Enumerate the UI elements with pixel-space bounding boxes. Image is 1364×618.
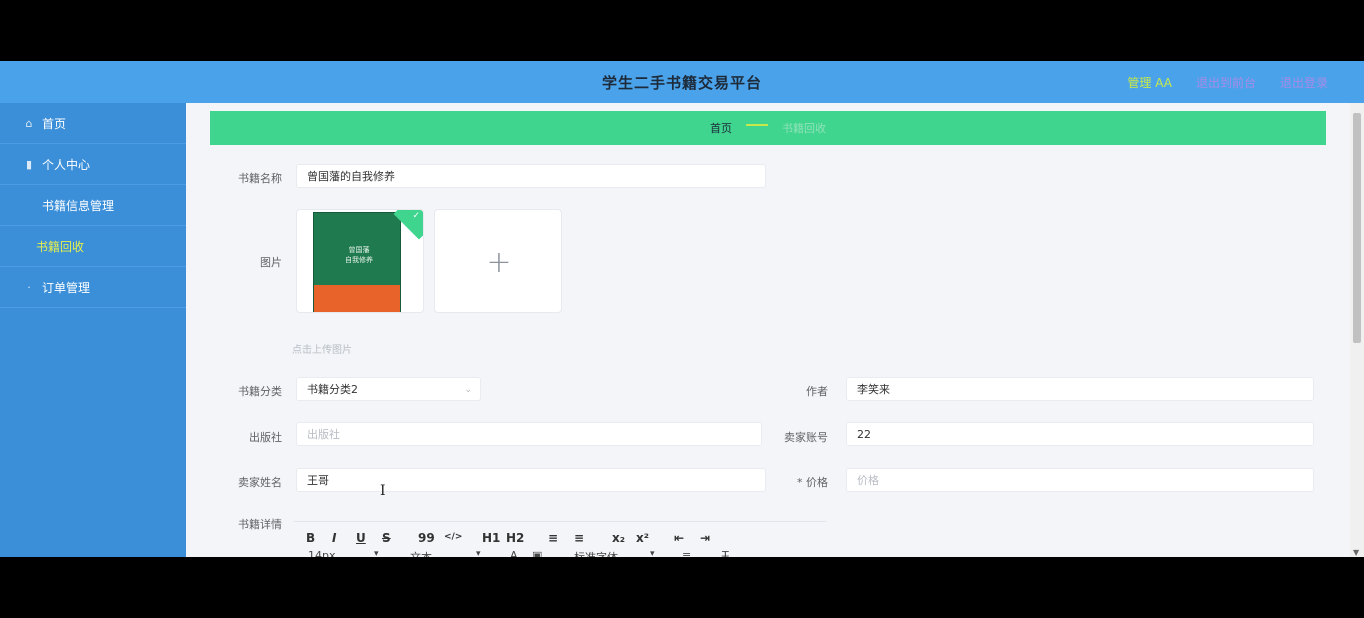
book-cover-image: 曾国藩 自我修养 [313, 212, 401, 312]
image-label: 图片 [260, 256, 282, 269]
price-label: * 价格 [797, 476, 828, 489]
front-link[interactable]: 退出到前台 [1196, 74, 1256, 91]
add-image-card[interactable]: + [434, 209, 562, 313]
book-name-input[interactable]: 曾国藩的自我修养 [296, 164, 766, 188]
scroll-down-icon[interactable]: ▼ [1353, 548, 1359, 557]
seller-account-input[interactable]: 22 [846, 422, 1314, 446]
upload-hint: 点击上传图片 [292, 345, 352, 356]
outdent-button[interactable]: ⇤ [674, 531, 684, 545]
check-icon: ✓ [412, 211, 420, 221]
underline-button[interactable]: U [356, 531, 366, 545]
font-family-select[interactable]: 标准字体 [574, 549, 618, 557]
app-window: 学生二手书籍交易平台 管理 AA 退出到前台 退出登录 ⌂ 首页 ▮ 个人中心 … [0, 61, 1364, 557]
sidebar-item-orders[interactable]: · 订单管理 [0, 267, 186, 308]
category-label: 书籍分类 [238, 385, 282, 398]
seller-name-input[interactable]: 王哥 [296, 468, 766, 492]
category-value: 书籍分类2 [307, 383, 358, 396]
sidebar-item-label: 订单管理 [42, 280, 91, 295]
bold-button[interactable]: B [306, 531, 315, 545]
cover-title: 曾国藩 自我修养 [345, 246, 373, 264]
uploaded-image-card[interactable]: 曾国藩 自我修养 ✓ [296, 209, 424, 313]
sidebar-item-label: 书籍信息管理 [42, 198, 115, 213]
seller-name-label: 卖家姓名 [238, 476, 282, 489]
breadcrumb-current: 书籍回收 [782, 122, 826, 135]
plus-icon: + [486, 244, 512, 280]
main-content: 首页 书籍回收 书籍名称 曾国藩的自我修养 图片 曾国藩 自我修养 ✓ + 点击… [186, 103, 1350, 557]
quote-button[interactable]: 99 [418, 531, 435, 545]
order-icon: · [27, 280, 31, 294]
subscript-button[interactable]: x₂ [612, 531, 625, 545]
top-header: 学生二手书籍交易平台 管理 AA 退出到前台 退出登录 [0, 61, 1364, 103]
italic-button[interactable]: I [332, 531, 336, 545]
chevron-down-icon: ⌄ [464, 385, 472, 395]
align-icon[interactable]: ≡ [682, 549, 691, 557]
sidebar-item-home[interactable]: ⌂ 首页 [0, 103, 186, 144]
chevron-down-icon: ▾ [476, 549, 481, 557]
breadcrumb-separator [746, 124, 768, 126]
h2-button[interactable]: H2 [506, 531, 524, 545]
author-label: 作者 [806, 385, 828, 398]
breadcrumb: 首页 书籍回收 [210, 111, 1326, 145]
logout-link[interactable]: 退出登录 [1280, 74, 1328, 91]
breadcrumb-home[interactable]: 首页 [710, 120, 732, 136]
cover-band [314, 285, 400, 312]
superscript-button[interactable]: x² [636, 531, 649, 545]
text-style-select[interactable]: 文本 [410, 549, 432, 557]
indent-button[interactable]: ⇥ [700, 531, 710, 545]
sidebar-item-label: 书籍回收 [36, 239, 85, 254]
current-user: 管理 AA [1127, 75, 1172, 90]
scrollbar-thumb[interactable] [1353, 113, 1361, 343]
header-actions: 管理 AA 退出到前台 退出登录 [1127, 61, 1328, 103]
sidebar-item-personal-center[interactable]: ▮ 个人中心 [0, 144, 186, 185]
bullet-list-button[interactable]: ≡ [574, 531, 584, 545]
sidebar-item-label: 首页 [42, 116, 67, 131]
code-button[interactable]: </> [444, 532, 462, 542]
details-label: 书籍详情 [238, 518, 282, 531]
publisher-label: 出版社 [249, 431, 282, 444]
rich-text-toolbar: B I U S 99 </> H1 H2 ≡ ≡ x₂ x² ⇤ ⇥ 14px … [294, 521, 826, 557]
font-color-icon[interactable]: A [510, 549, 518, 557]
page-scrollbar[interactable]: ▼ [1350, 103, 1364, 557]
sidebar-item-book-info[interactable]: 书籍信息管理 [0, 185, 186, 226]
chevron-down-icon: ▾ [374, 549, 379, 557]
chevron-down-icon: ▾ [650, 549, 655, 557]
background-color-icon[interactable]: ▣ [532, 549, 542, 557]
sidebar-item-label: 个人中心 [42, 157, 91, 172]
text-cursor-icon: I [380, 483, 386, 499]
category-select[interactable]: 书籍分类2 ⌄ [296, 377, 481, 401]
sidebar-item-book-recycle[interactable]: 书籍回收 [0, 226, 186, 267]
price-input[interactable]: 价格 [846, 468, 1314, 492]
author-input[interactable]: 李笑来 [846, 377, 1314, 401]
book-name-label: 书籍名称 [238, 172, 282, 185]
app-title: 学生二手书籍交易平台 [601, 73, 762, 92]
strike-button[interactable]: S [382, 531, 391, 545]
user-icon: ▮ [25, 157, 33, 171]
font-size-select[interactable]: 14px [308, 549, 336, 557]
h1-button[interactable]: H1 [482, 531, 500, 545]
ordered-list-button[interactable]: ≡ [548, 531, 558, 545]
clear-format-icon[interactable]: T̶ [722, 549, 729, 557]
home-icon: ⌂ [25, 116, 33, 130]
publisher-input[interactable]: 出版社 [296, 422, 762, 446]
sidebar: ⌂ 首页 ▮ 个人中心 书籍信息管理 书籍回收 · 订单管理 [0, 103, 186, 557]
seller-account-label: 卖家账号 [784, 431, 828, 444]
